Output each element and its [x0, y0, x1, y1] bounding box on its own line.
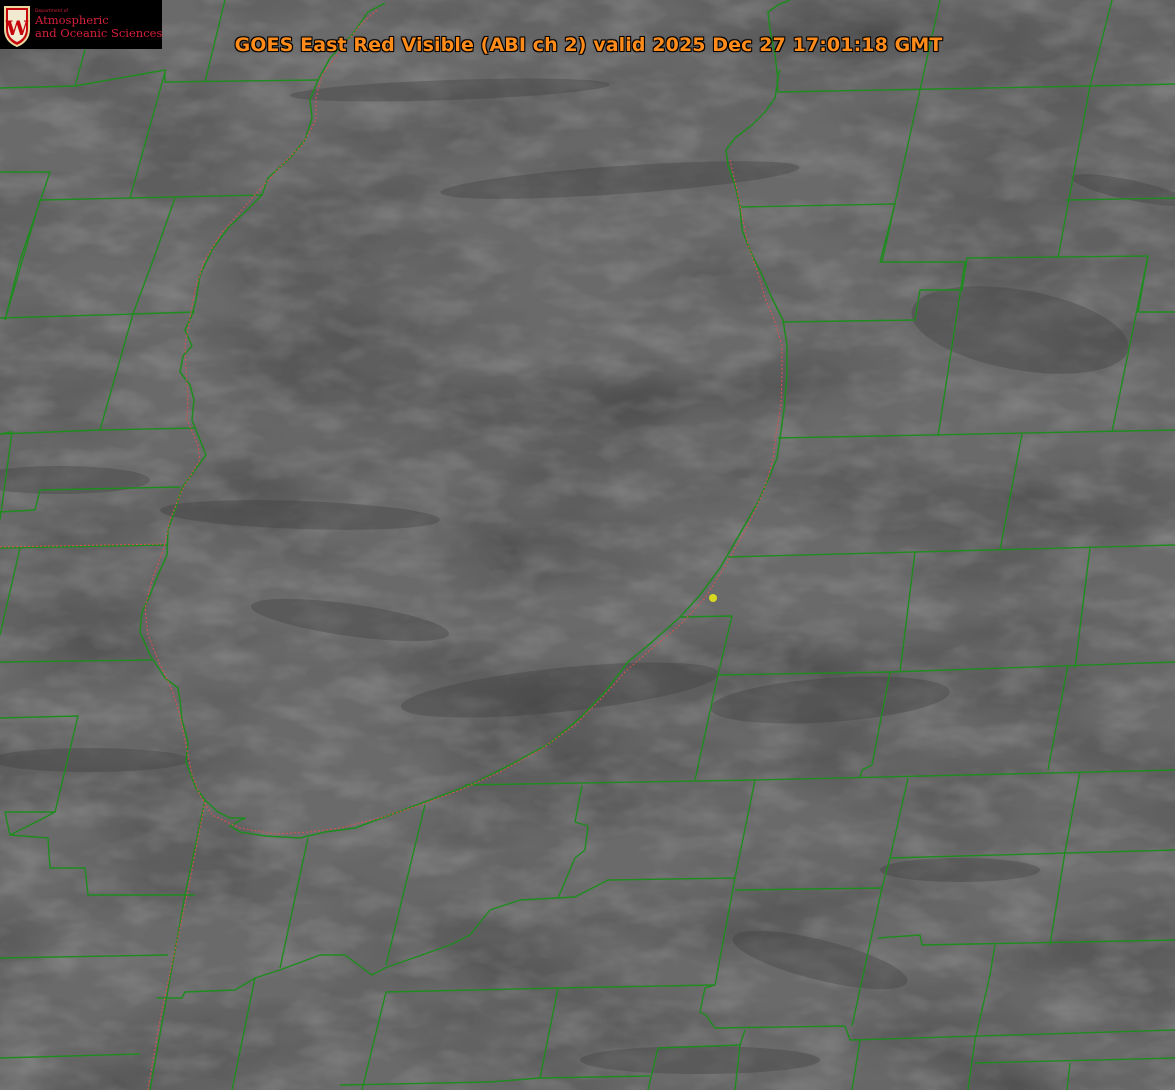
station-marker [709, 594, 717, 602]
satellite-image [0, 0, 1175, 1090]
cloud-fine-texture [0, 0, 1175, 1090]
image-title: GOES East Red Visible (ABI ch 2) valid 2… [0, 34, 1175, 56]
title-text: GOES East Red Visible (ABI ch 2) valid 2… [234, 34, 943, 56]
logo-line-1: Atmospheric [35, 13, 109, 27]
